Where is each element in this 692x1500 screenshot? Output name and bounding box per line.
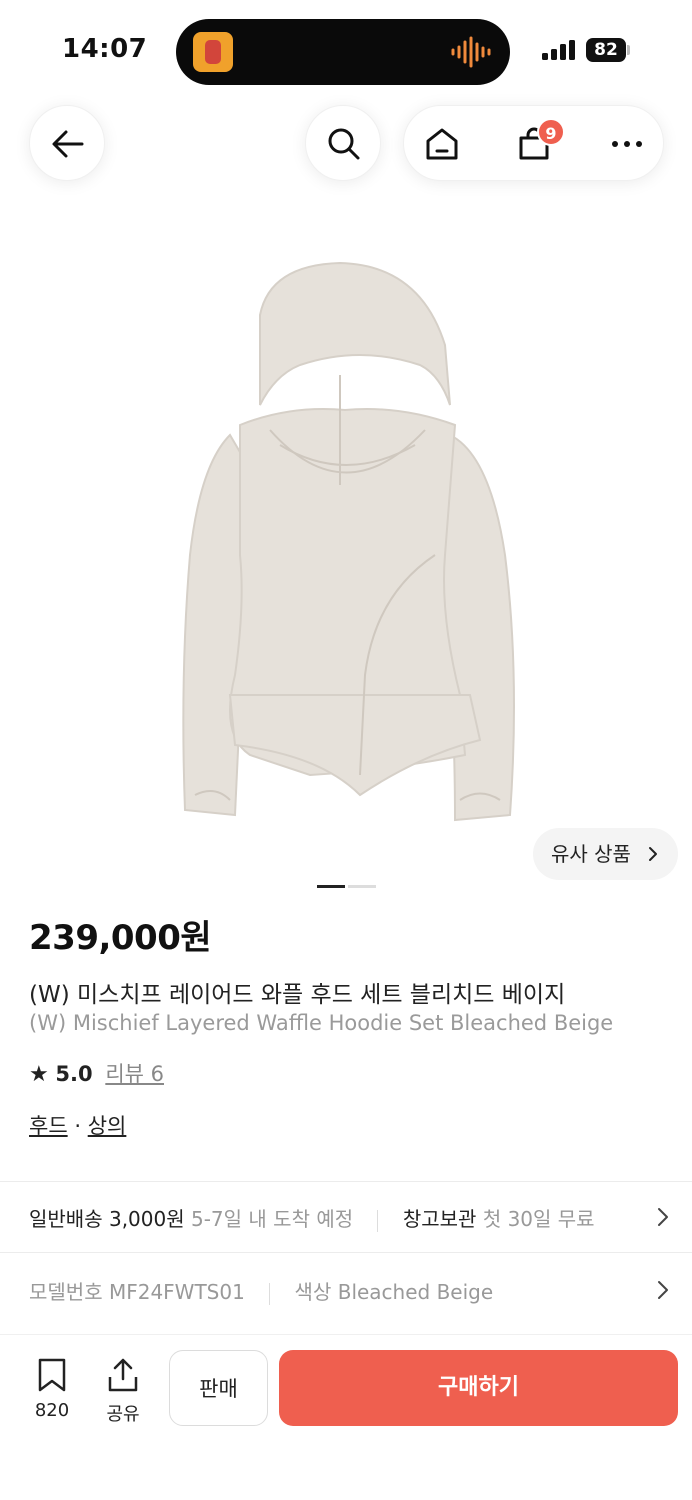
pager-dot-active bbox=[317, 885, 345, 888]
buy-button[interactable]: 구매하기 bbox=[279, 1350, 678, 1426]
product-title-english: (W) Mischief Layered Waffle Hoodie Set B… bbox=[29, 1011, 614, 1035]
search-icon bbox=[328, 128, 360, 160]
pager-dot bbox=[348, 885, 376, 888]
share-label: 공유 bbox=[106, 1404, 140, 1425]
cart-count-badge: 9 bbox=[537, 118, 565, 146]
shipping-row[interactable]: 일반배송 3,000원 5-7일 내 도착 예정 창고보관 첫 30일 무료 bbox=[29, 1203, 669, 1232]
cellular-signal-icon bbox=[542, 40, 575, 60]
sell-button[interactable]: 판매 bbox=[169, 1350, 268, 1426]
audio-waveform-icon bbox=[451, 36, 491, 68]
share-icon bbox=[108, 1358, 138, 1392]
shipping-label: 일반배송 bbox=[29, 1207, 103, 1231]
warehouse-note: 첫 30일 무료 bbox=[482, 1207, 595, 1231]
row-separator bbox=[377, 1209, 379, 1232]
arrow-left-icon bbox=[52, 130, 84, 158]
bookmark-count: 820 bbox=[34, 1400, 70, 1421]
chevron-right-icon bbox=[658, 1281, 668, 1299]
color-value: Bleached Beige bbox=[337, 1280, 494, 1304]
more-options-button[interactable] bbox=[589, 106, 665, 182]
warehouse-label: 창고보관 bbox=[402, 1207, 477, 1231]
similar-products-button[interactable]: 유사 상품 bbox=[533, 828, 678, 880]
battery-tip bbox=[627, 45, 630, 55]
nav-button-group: 9 bbox=[403, 105, 664, 181]
product-details-row[interactable]: 모델번호 MF24FWTS01 색상 Bleached Beige bbox=[29, 1276, 669, 1305]
category-separator: · bbox=[74, 1114, 82, 1138]
status-bar: 14:07 82 bbox=[0, 0, 692, 100]
search-button[interactable] bbox=[305, 105, 381, 181]
bookmark-button[interactable]: 820 bbox=[29, 1357, 75, 1421]
category-link-tops[interactable]: 상의 bbox=[88, 1114, 127, 1138]
category-breadcrumb: 후드 · 상의 bbox=[29, 1110, 126, 1140]
shipping-eta: 5-7일 내 도착 예정 bbox=[190, 1207, 354, 1231]
section-divider bbox=[0, 1252, 692, 1253]
bottom-action-bar: 820 공유 판매 구매하기 bbox=[0, 1334, 692, 1500]
status-time: 14:07 bbox=[62, 34, 148, 64]
model-number-value: MF24FWTS01 bbox=[108, 1280, 245, 1304]
chevron-right-icon bbox=[658, 1208, 668, 1226]
now-playing-app-icon bbox=[193, 32, 233, 72]
cart-button[interactable]: 9 bbox=[496, 106, 572, 182]
star-icon: ★ bbox=[29, 1062, 49, 1087]
more-horizontal-icon bbox=[612, 141, 642, 147]
back-button[interactable] bbox=[29, 105, 105, 181]
review-link[interactable]: 리뷰 6 bbox=[105, 1062, 164, 1086]
home-icon bbox=[426, 128, 458, 160]
share-button[interactable]: 공유 bbox=[100, 1357, 146, 1426]
rating-value: 5.0 bbox=[55, 1062, 93, 1086]
category-link-hoodie[interactable]: 후드 bbox=[29, 1114, 68, 1138]
similar-products-label: 유사 상품 bbox=[551, 842, 631, 866]
home-button[interactable] bbox=[404, 106, 480, 182]
bookmark-icon bbox=[38, 1358, 66, 1392]
model-number-label: 모델번호 bbox=[29, 1280, 103, 1304]
dynamic-island bbox=[176, 19, 510, 85]
chevron-right-icon bbox=[649, 847, 657, 861]
product-image[interactable] bbox=[160, 255, 540, 835]
product-price: 239,000원 bbox=[29, 918, 212, 958]
image-pager bbox=[317, 873, 379, 892]
shipping-fee: 3,000원 bbox=[108, 1207, 185, 1231]
product-title-korean: (W) 미스치프 레이어드 와플 후드 세트 블리치드 베이지 bbox=[29, 982, 566, 1008]
section-divider bbox=[0, 1181, 692, 1182]
color-label: 색상 bbox=[294, 1280, 332, 1304]
row-separator bbox=[269, 1282, 271, 1305]
rating-row: ★ 5.0 리뷰 6 bbox=[29, 1058, 164, 1088]
battery-indicator: 82 bbox=[586, 38, 626, 62]
